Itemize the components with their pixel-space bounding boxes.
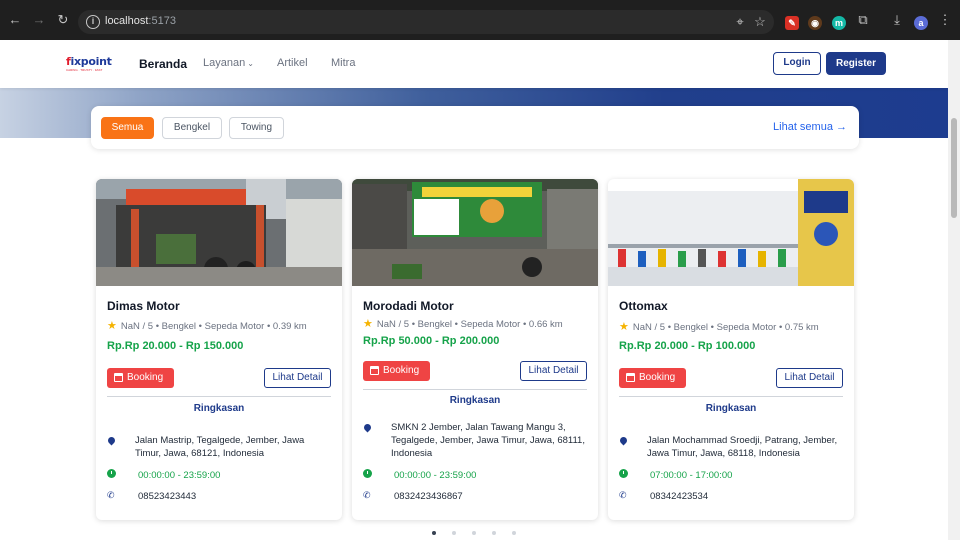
calendar-icon bbox=[626, 373, 635, 382]
extensions-puzzle-icon[interactable]: ⧉ bbox=[856, 13, 870, 27]
workshop-card: Ottomax ★ NaN / 5 • Bengkel • Sepeda Moto… bbox=[608, 179, 854, 520]
workshop-card: Morodadi Motor ★ NaN / 5 • Bengkel • Sepe… bbox=[352, 179, 598, 520]
workshop-card: Dimas Motor ★ NaN / 5 • Bengkel • Sepeda … bbox=[96, 179, 342, 520]
filter-chip-towing[interactable]: Towing bbox=[229, 117, 284, 139]
location-icon[interactable]: ⌖ bbox=[733, 15, 747, 29]
extension-icon-2[interactable]: ◉ bbox=[808, 16, 822, 30]
workshop-name[interactable]: Dimas Motor bbox=[107, 299, 180, 313]
workshop-address: Jalan Mastrip, Tegalgede, Jember, Jawa T… bbox=[135, 435, 305, 459]
filter-chip-semua[interactable]: Semua bbox=[101, 117, 154, 139]
login-button[interactable]: Login bbox=[773, 52, 821, 75]
calendar-icon bbox=[370, 366, 379, 375]
register-button[interactable]: Register bbox=[826, 52, 886, 75]
view-detail-button[interactable]: Lihat Detail bbox=[776, 368, 843, 388]
chevron-down-icon: ⌄ bbox=[247, 59, 254, 68]
fixpoint-logo[interactable]: fixpoint CARING · TRUSTY · FAST bbox=[66, 56, 112, 72]
workshop-address: Jalan Mochammad Sroedji, Patrang, Jember… bbox=[647, 435, 838, 459]
phone-icon: ✆ bbox=[619, 490, 627, 500]
workshop-address: SMKN 2 Jember, Jalan Tawang Mangu 3, Teg… bbox=[391, 422, 585, 459]
summary-heading: Ringkasan bbox=[449, 395, 501, 406]
star-icon: ★ bbox=[619, 321, 629, 333]
clock-icon bbox=[619, 469, 629, 479]
workshop-meta: ★ NaN / 5 • Bengkel • Sepeda Motor • 0.66… bbox=[363, 318, 563, 330]
extension-icon-1[interactable]: ✎ bbox=[785, 16, 799, 30]
booking-button[interactable]: Booking bbox=[619, 368, 686, 388]
carousel-dot[interactable] bbox=[512, 531, 516, 535]
browser-menu-icon[interactable]: ⋮ bbox=[938, 13, 952, 27]
forward-icon[interactable]: → bbox=[32, 13, 46, 27]
summary-heading: Ringkasan bbox=[193, 403, 245, 414]
address-bar[interactable]: i localhost:5173 ⌖ ☆ bbox=[78, 10, 774, 34]
page-scrollbar[interactable] bbox=[948, 40, 960, 540]
booking-button[interactable]: Booking bbox=[363, 361, 430, 381]
phone-number: 0832423436867 bbox=[394, 491, 463, 502]
bookmark-star-icon[interactable]: ☆ bbox=[753, 15, 767, 29]
view-detail-button[interactable]: Lihat Detail bbox=[264, 368, 331, 388]
carousel-dot[interactable] bbox=[452, 531, 456, 535]
card-divider bbox=[619, 396, 843, 397]
profile-avatar[interactable]: a bbox=[914, 16, 928, 30]
nav-layanan[interactable]: Layanan ⌄ bbox=[203, 57, 254, 69]
phone-icon: ✆ bbox=[107, 490, 115, 500]
card-divider bbox=[363, 389, 587, 390]
carousel-dot[interactable] bbox=[432, 531, 436, 535]
extension-icon-3[interactable]: m bbox=[832, 16, 846, 30]
url-text: localhost:5173 bbox=[105, 15, 176, 27]
nav-artikel[interactable]: Artikel bbox=[277, 57, 308, 69]
booking-button[interactable]: Booking bbox=[107, 368, 174, 388]
star-icon: ★ bbox=[363, 318, 373, 330]
phone-number: 08342423534 bbox=[650, 491, 709, 502]
price-range: Rp.Rp 50.000 - Rp 200.000 bbox=[363, 335, 500, 347]
workshop-meta: ★ NaN / 5 • Bengkel • Sepeda Motor • 0.75… bbox=[619, 321, 819, 333]
calendar-icon bbox=[114, 373, 123, 382]
carousel-dot[interactable] bbox=[492, 531, 496, 535]
back-icon[interactable]: ← bbox=[8, 13, 22, 27]
star-icon: ★ bbox=[107, 320, 117, 332]
opening-hours: 00:00:00 - 23:59:00 bbox=[394, 470, 477, 481]
site-navbar: fixpoint CARING · TRUSTY · FAST Beranda … bbox=[0, 40, 948, 88]
scrollbar-thumb[interactable] bbox=[951, 118, 957, 218]
workshop-meta: ★ NaN / 5 • Bengkel • Sepeda Motor • 0.39… bbox=[107, 320, 307, 332]
summary-heading: Ringkasan bbox=[705, 403, 757, 414]
workshop-name[interactable]: Morodadi Motor bbox=[363, 299, 454, 313]
download-icon[interactable]: ⤓ bbox=[890, 13, 904, 27]
see-all-link[interactable]: Lihat semua → bbox=[773, 121, 847, 133]
nav-beranda[interactable]: Beranda bbox=[139, 57, 187, 71]
nav-mitra[interactable]: Mitra bbox=[331, 57, 355, 69]
workshop-photo bbox=[608, 179, 854, 286]
clock-icon bbox=[107, 469, 117, 479]
map-pin-icon bbox=[106, 435, 117, 446]
price-range: Rp.Rp 20.000 - Rp 100.000 bbox=[619, 340, 756, 352]
site-info-icon[interactable]: i bbox=[86, 15, 100, 29]
map-pin-icon bbox=[362, 422, 373, 433]
clock-icon bbox=[363, 469, 373, 479]
workshop-photo bbox=[96, 179, 342, 286]
carousel-dot[interactable] bbox=[472, 531, 476, 535]
opening-hours: 00:00:00 - 23:59:00 bbox=[138, 470, 221, 481]
category-filter-bar: Semua Bengkel Towing Lihat semua → bbox=[91, 106, 859, 149]
web-page: fixpoint CARING · TRUSTY · FAST Beranda … bbox=[0, 40, 948, 540]
browser-toolbar: ← → ↻ i localhost:5173 ⌖ ☆ ✎ ◉ m ⧉ ⤓ a ⋮ bbox=[0, 0, 960, 40]
workshop-photo bbox=[352, 179, 598, 286]
card-divider bbox=[107, 396, 331, 397]
view-detail-button[interactable]: Lihat Detail bbox=[520, 361, 587, 381]
filter-chip-bengkel[interactable]: Bengkel bbox=[162, 117, 222, 139]
reload-icon[interactable]: ↻ bbox=[56, 13, 70, 27]
map-pin-icon bbox=[618, 435, 629, 446]
phone-number: 08523423443 bbox=[138, 491, 197, 502]
opening-hours: 07:00:00 - 17:00:00 bbox=[650, 470, 733, 481]
workshop-name[interactable]: Ottomax bbox=[619, 299, 668, 313]
price-range: Rp.Rp 20.000 - Rp 150.000 bbox=[107, 340, 244, 352]
phone-icon: ✆ bbox=[363, 490, 371, 500]
